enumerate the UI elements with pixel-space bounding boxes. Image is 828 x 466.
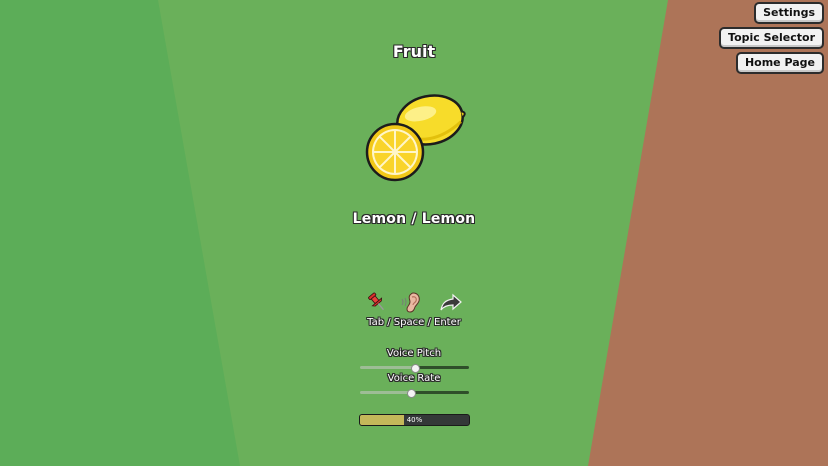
progress-label: 40%	[406, 416, 423, 424]
voice-rate-slider[interactable]	[360, 389, 469, 398]
share-arrow-icon[interactable]	[440, 291, 462, 313]
voice-rate-label: Voice Rate	[387, 373, 441, 384]
topic-title: Fruit	[392, 42, 436, 61]
pushpin-icon[interactable]	[366, 291, 388, 313]
settings-button[interactable]: Settings	[754, 2, 824, 24]
slider-fill	[360, 391, 412, 394]
lemon-image	[365, 94, 466, 182]
voice-pitch-slider[interactable]	[360, 364, 469, 373]
slider-track	[414, 366, 469, 369]
progress-bar: 40%	[359, 414, 470, 426]
word-label: Lemon / Lemon	[352, 211, 476, 227]
slider-thumb[interactable]	[410, 364, 420, 373]
slider-fill	[360, 366, 415, 369]
keyboard-hint: Tab / Space / Enter	[367, 317, 461, 328]
slider-track	[411, 391, 469, 394]
voice-pitch-label: Voice Pitch	[386, 348, 442, 359]
ear-icon[interactable]	[400, 291, 422, 313]
